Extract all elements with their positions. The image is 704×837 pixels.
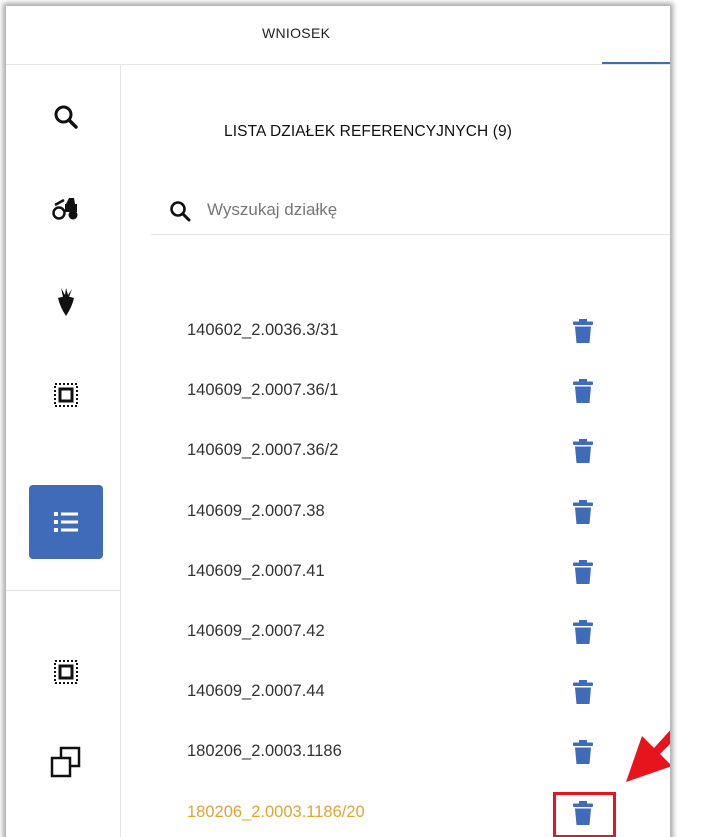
sidebar-list-button[interactable] <box>29 485 103 559</box>
trash-icon[interactable] <box>572 379 594 404</box>
active-tab-indicator <box>602 62 670 64</box>
beet-icon <box>58 288 74 316</box>
sidebar-copy-button[interactable] <box>29 725 103 799</box>
trash-icon[interactable] <box>572 680 594 705</box>
parcel-id: 140609_2.0007.36/2 <box>187 441 339 460</box>
copy-icon <box>50 746 81 778</box>
sidebar-select-area-button-2[interactable] <box>29 635 103 709</box>
trash-icon[interactable] <box>572 740 594 765</box>
sidebar-divider <box>6 590 120 591</box>
select-area-icon <box>54 383 78 407</box>
select-area-icon <box>54 660 78 684</box>
sidebar-tractor-button[interactable] <box>29 172 103 246</box>
parcel-row[interactable]: 140609_2.0007.44 <box>151 661 670 721</box>
parcel-id: 140609_2.0007.44 <box>187 682 325 701</box>
highlight-box <box>553 792 616 837</box>
trash-icon[interactable] <box>572 499 594 524</box>
list-icon <box>54 512 78 532</box>
tab-wniosek[interactable]: WNIOSEK <box>262 25 330 41</box>
parcel-row[interactable]: 140609_2.0007.42 <box>151 601 670 661</box>
parcel-id: 180206_2.0003.1186 <box>187 742 342 761</box>
header: WNIOSEK <box>6 6 670 65</box>
parcel-id: 140609_2.0007.36/1 <box>187 381 339 400</box>
parcel-id: 140609_2.0007.41 <box>187 561 325 580</box>
parcel-row[interactable]: 180206_2.0003.1186 <box>151 721 670 781</box>
parcel-row[interactable]: 140602_2.0036.3/31 <box>151 300 670 360</box>
parcel-row[interactable]: 140609_2.0007.38 <box>151 481 670 541</box>
parcel-row[interactable]: 140609_2.0007.36/2 <box>151 420 670 480</box>
sidebar-select-area-button[interactable] <box>29 358 103 432</box>
parcel-id: 140609_2.0007.38 <box>187 501 325 520</box>
sidebar-search-button[interactable] <box>29 80 103 154</box>
trash-icon[interactable] <box>572 620 594 644</box>
tractor-icon <box>52 198 78 220</box>
application-window: WNIOSEK LISTA DZIAŁEK REFERENCYJNYCH (9) <box>6 6 670 837</box>
sidebar <box>6 65 121 837</box>
parcel-id: 140602_2.0036.3/31 <box>187 321 339 339</box>
pointer-arrow-icon <box>626 730 670 782</box>
search-input[interactable] <box>207 196 627 224</box>
trash-icon[interactable] <box>572 559 594 584</box>
panel-title: LISTA DZIAŁEK REFERENCYJNYCH (9) <box>224 123 512 140</box>
search-bar <box>151 186 670 235</box>
search-icon <box>170 201 191 222</box>
parcel-row[interactable]: 140609_2.0007.36/1 <box>151 360 670 420</box>
parcel-row[interactable]: 140609_2.0007.41 <box>151 541 670 601</box>
parcel-id: 180206_2.0003.1186/20 <box>187 802 365 821</box>
sidebar-crops-button[interactable] <box>29 265 103 339</box>
trash-icon[interactable] <box>572 439 594 464</box>
trash-icon[interactable] <box>572 319 594 343</box>
parcel-id: 140609_2.0007.42 <box>187 622 325 640</box>
search-icon <box>54 105 78 129</box>
